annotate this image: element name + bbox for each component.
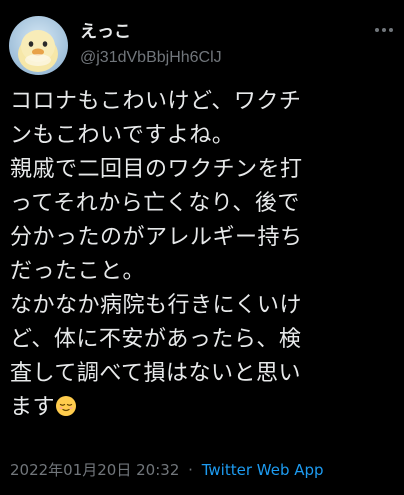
author-handle[interactable]: @j31dVbBbjHh6ClJ	[80, 48, 222, 68]
tweet-time[interactable]: 20:32	[136, 461, 179, 479]
author-display-name[interactable]: えっこ	[80, 22, 131, 42]
avatar[interactable]	[9, 16, 68, 75]
tweet-text-line: 親戚で二回目のワクチンを打	[10, 157, 303, 182]
duck-avatar-icon	[9, 16, 68, 75]
tweet-date[interactable]: 2022年01月20日	[10, 461, 131, 479]
tweet-text-line: ってそれから亡くなり、後で	[10, 191, 300, 216]
tweet-text-line: なかなか病院も行きにくいけ	[10, 293, 303, 318]
tweet-text-line: 分かったのがアレルギー持ち	[10, 225, 303, 250]
tweet-meta: 2022年01月20日 20:32 · Twitter Web App	[10, 460, 324, 480]
tweet-card: えっこ @j31dVbBbjHh6ClJ コロナもこわいけど、ワクチ ンもこわい…	[0, 0, 404, 495]
tweet-text-line-last: ます	[10, 391, 400, 425]
tweet-text-line: ど、体に不安があったら、検	[10, 327, 302, 352]
more-icon[interactable]	[372, 20, 396, 40]
tweet-text-line: ンもこわいですよね。	[10, 123, 235, 148]
relieved-face-emoji-icon	[55, 394, 77, 416]
tweet-text-fragment: ます	[10, 395, 56, 420]
meta-separator: ·	[188, 461, 193, 479]
tweet-text-line: だったこと。	[10, 259, 146, 284]
tweet-text-line: 査して調べて損はないと思い	[10, 361, 301, 386]
tweet-source-link[interactable]: Twitter Web App	[202, 461, 324, 479]
tweet-text-line: コロナもこわいけど、ワクチ	[10, 89, 302, 114]
tweet-text: コロナもこわいけど、ワクチ ンもこわいですよね。 親戚で二回目のワクチンを打 っ…	[10, 85, 400, 425]
